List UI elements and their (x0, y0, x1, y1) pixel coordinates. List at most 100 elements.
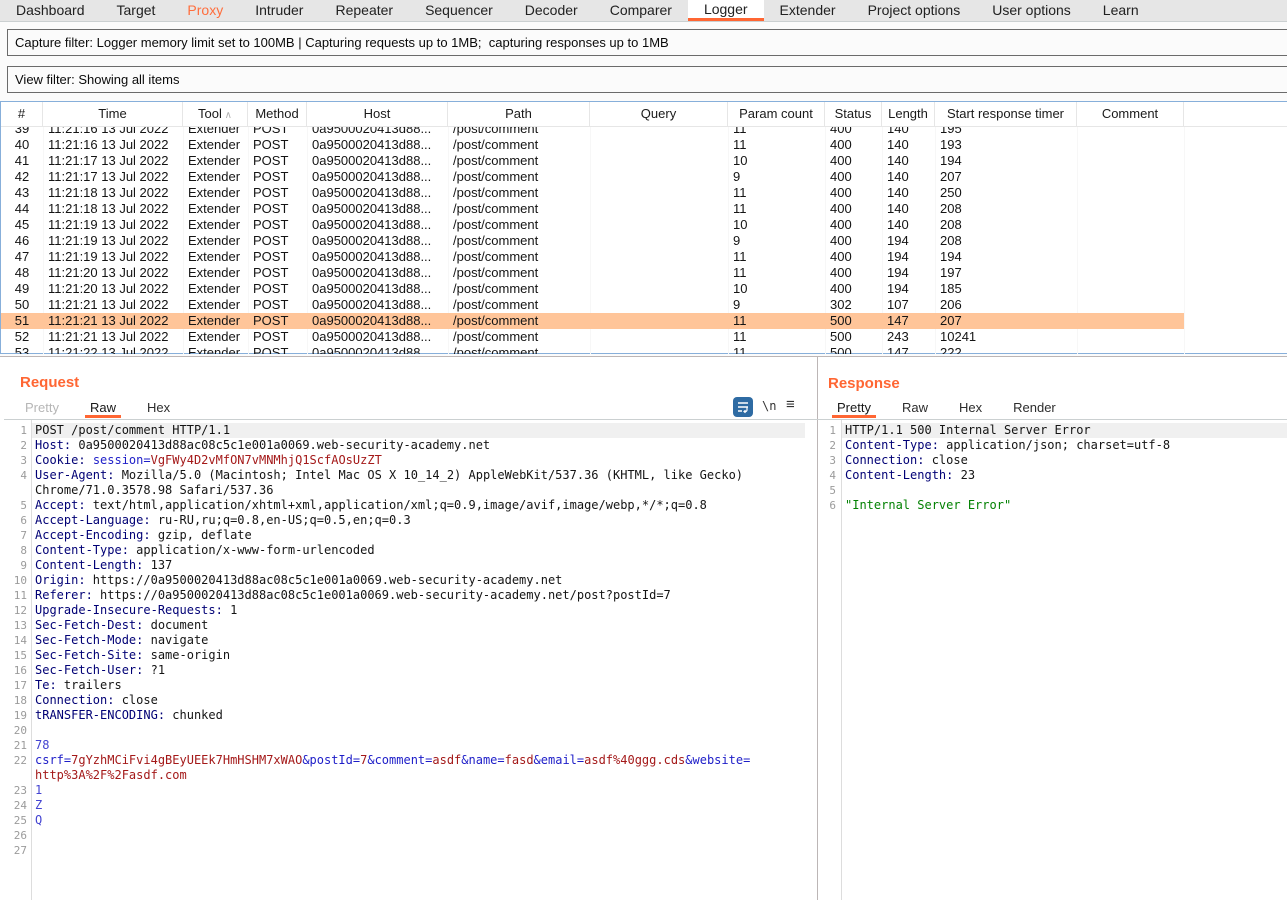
response-editor[interactable]: 1HTTP/1.1 500 Internal Server Error2Cont… (818, 423, 1287, 513)
column-header-time[interactable]: Time (43, 102, 183, 126)
line-text: Upgrade-Insecure-Requests: 1 (35, 603, 237, 618)
cell-tool: Extender (188, 281, 248, 297)
cell-host: 0a9500020413d88... (312, 185, 448, 201)
tab-proxy[interactable]: Proxy (171, 0, 239, 21)
column-header-length[interactable]: Length (882, 102, 935, 126)
table-row-44[interactable]: 4411:21:18 13 Jul 2022ExtenderPOST0a9500… (1, 201, 1184, 217)
code-line: 4Content-Length: 23 (818, 468, 1287, 483)
cell-comment (1082, 185, 1184, 201)
tab-dashboard[interactable]: Dashboard (0, 0, 101, 21)
cell-path: /post/comment (453, 185, 590, 201)
line-text: Content-Type: application/json; charset=… (845, 438, 1170, 453)
request-title: Request (20, 374, 79, 391)
request-editor[interactable]: 1POST /post/comment HTTP/1.12Host: 0a950… (0, 423, 817, 858)
tab-sequencer[interactable]: Sequencer (409, 0, 509, 21)
prettify-icon[interactable] (733, 397, 753, 417)
cell-length: 140 (887, 153, 935, 169)
response-tab-raw[interactable]: Raw (897, 400, 933, 418)
table-row-39[interactable]: 3911:21:16 13 Jul 2022ExtenderPOST0a9500… (1, 127, 1184, 137)
table-row-43[interactable]: 4311:21:18 13 Jul 2022ExtenderPOST0a9500… (1, 185, 1184, 201)
code-line: 3 Connection: close (818, 453, 1287, 468)
column-header-param-count[interactable]: Param count (728, 102, 825, 126)
tab-decoder[interactable]: Decoder (509, 0, 594, 21)
tab-extender[interactable]: Extender (764, 0, 852, 21)
response-tab-hex[interactable]: Hex (954, 400, 987, 418)
log-table-body: 3911:21:16 13 Jul 2022ExtenderPOST0a9500… (1, 127, 1287, 354)
line-text: Content-Type: application/x-www-form-url… (35, 543, 375, 558)
cell-time: 11:21:20 13 Jul 2022 (48, 265, 183, 281)
line-text: Referer: https://0a9500020413d88ac08c5c1… (35, 588, 671, 603)
line-text: Accept: text/html,application/xhtml+xml,… (35, 498, 707, 513)
line-number: 1 (0, 423, 27, 438)
column-header-method[interactable]: Method (248, 102, 307, 126)
request-tab-raw[interactable]: Raw (85, 400, 121, 418)
cell-timer: 10241 (940, 329, 1077, 345)
column-header-status[interactable]: Status (825, 102, 882, 126)
cell-tool: Extender (188, 201, 248, 217)
tab-intruder[interactable]: Intruder (239, 0, 319, 21)
line-text: Connection: close (845, 453, 968, 468)
view-filter-bar[interactable]: View filter: Showing all items (7, 66, 1287, 93)
newline-toggle-icon[interactable]: \n (762, 399, 776, 413)
cell-comment (1082, 137, 1184, 153)
table-row-50[interactable]: 5011:21:21 13 Jul 2022ExtenderPOST0a9500… (1, 297, 1184, 313)
cell-length: 140 (887, 201, 935, 217)
cell-timer: 207 (940, 313, 1077, 329)
table-row-46[interactable]: 4611:21:19 13 Jul 2022ExtenderPOST0a9500… (1, 233, 1184, 249)
line-text: Te: trailers (35, 678, 122, 693)
cell-status: 400 (830, 137, 882, 153)
menu-icon[interactable]: ≡ (786, 396, 795, 413)
request-tab-pretty[interactable]: Pretty (20, 400, 64, 418)
column-header-comment[interactable]: Comment (1077, 102, 1184, 126)
cell-query (595, 201, 728, 217)
column-header--[interactable]: # (1, 102, 43, 126)
cell-tool: Extender (188, 265, 248, 281)
column-header-path[interactable]: Path (448, 102, 590, 126)
capture-filter-bar[interactable]: Capture filter: Logger memory limit set … (7, 29, 1287, 56)
table-row-47[interactable]: 4711:21:19 13 Jul 2022ExtenderPOST0a9500… (1, 249, 1184, 265)
line-text: Host: 0a9500020413d88ac08c5c1e001a0069.w… (35, 438, 490, 453)
code-line: 231 (0, 783, 817, 798)
cell-id: 45 (1, 217, 43, 233)
tab-repeater[interactable]: Repeater (319, 0, 409, 21)
cell-tool: Extender (188, 185, 248, 201)
cell-id: 52 (1, 329, 43, 345)
table-row-45[interactable]: 4511:21:19 13 Jul 2022ExtenderPOST0a9500… (1, 217, 1184, 233)
cell-length: 194 (887, 265, 935, 281)
column-header-start-response-timer[interactable]: Start response timer (935, 102, 1077, 126)
column-header-host[interactable]: Host (307, 102, 448, 126)
cell-id: 44 (1, 201, 43, 217)
table-row-49[interactable]: 4911:21:20 13 Jul 2022ExtenderPOST0a9500… (1, 281, 1184, 297)
code-line: 4User-Agent: Mozilla/5.0 (Macintosh; Int… (0, 468, 817, 483)
table-row-42[interactable]: 4211:21:17 13 Jul 2022ExtenderPOST0a9500… (1, 169, 1184, 185)
cell-status: 400 (830, 281, 882, 297)
tab-comparer[interactable]: Comparer (594, 0, 688, 21)
tab-project-options[interactable]: Project options (852, 0, 977, 21)
line-number: 10 (0, 573, 27, 588)
response-tab-render[interactable]: Render (1008, 400, 1061, 418)
request-tab-hex[interactable]: Hex (142, 400, 175, 418)
tab-learn[interactable]: Learn (1087, 0, 1155, 21)
cell-method: POST (253, 265, 307, 281)
tab-target[interactable]: Target (101, 0, 172, 21)
table-row-40[interactable]: 4011:21:16 13 Jul 2022ExtenderPOST0a9500… (1, 137, 1184, 153)
line-text: Sec-Fetch-Dest: document (35, 618, 208, 633)
column-header-tool[interactable]: Tool ∧ (183, 102, 248, 126)
line-number: 21 (0, 738, 27, 753)
table-row-53[interactable]: 5311:21:22 13 Jul 2022ExtenderPOST0a9500… (1, 345, 1184, 354)
cell-query (595, 169, 728, 185)
table-row-41[interactable]: 4111:21:17 13 Jul 2022ExtenderPOST0a9500… (1, 153, 1184, 169)
table-row-52[interactable]: 5211:21:21 13 Jul 2022ExtenderPOST0a9500… (1, 329, 1184, 345)
response-tab-pretty[interactable]: Pretty (832, 400, 876, 418)
cell-timer: 207 (940, 169, 1077, 185)
cell-id: 48 (1, 265, 43, 281)
table-row-48[interactable]: 4811:21:20 13 Jul 2022ExtenderPOST0a9500… (1, 265, 1184, 281)
column-header-query[interactable]: Query (590, 102, 728, 126)
tab-logger[interactable]: Logger (688, 0, 764, 21)
table-row-51[interactable]: 5111:21:21 13 Jul 2022ExtenderPOST0a9500… (1, 313, 1184, 329)
cell-id: 53 (1, 345, 43, 354)
code-line: 1POST /post/comment HTTP/1.1 (0, 423, 817, 438)
tab-user-options[interactable]: User options (976, 0, 1087, 21)
cell-params: 11 (733, 137, 825, 153)
line-number: 3 (818, 453, 836, 468)
